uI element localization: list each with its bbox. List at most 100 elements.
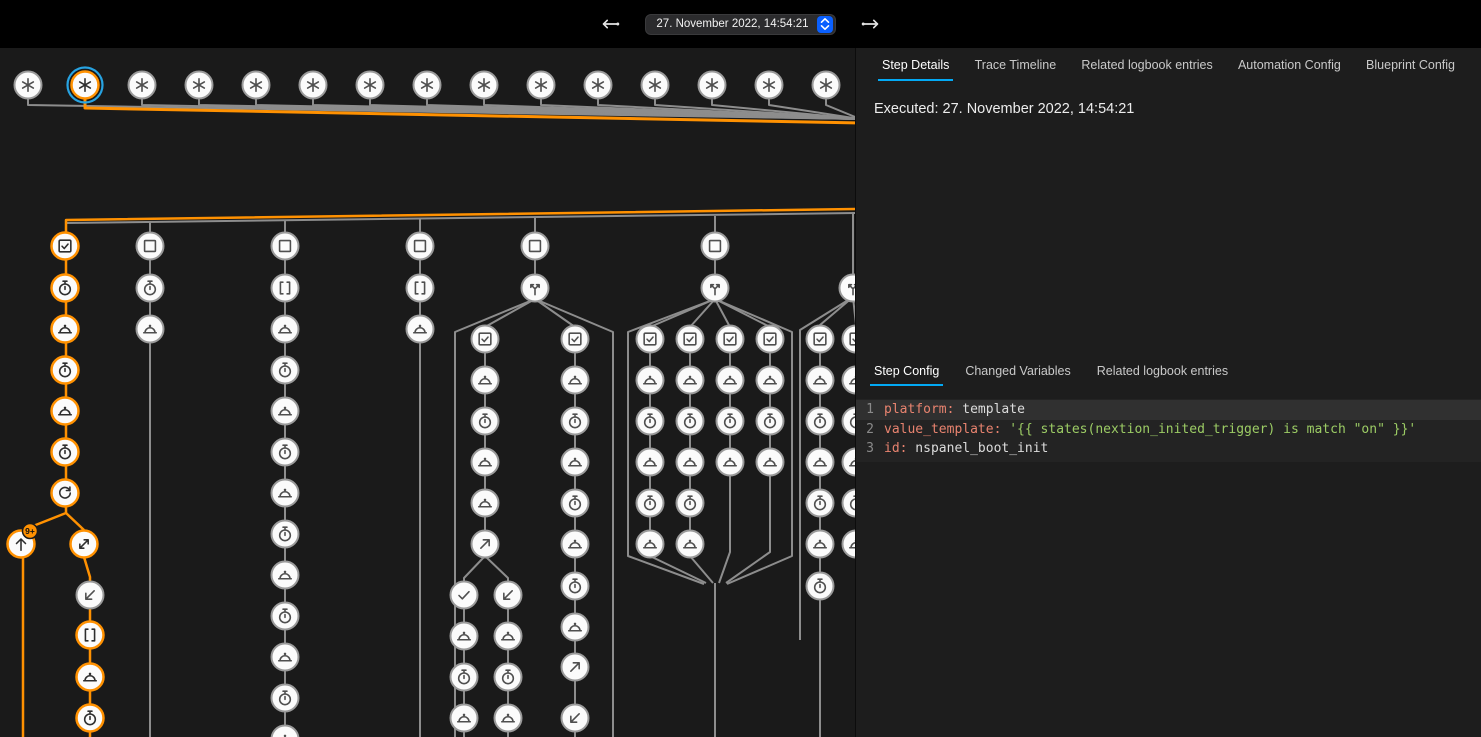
trace-node-delay[interactable]: [807, 490, 834, 517]
trace-node-cond[interactable]: [807, 326, 834, 353]
trace-node-serv[interactable]: [77, 664, 104, 691]
trace-node-delay[interactable]: [77, 705, 104, 732]
trace-node-serv[interactable]: [562, 614, 589, 641]
trace-node-serv[interactable]: [807, 531, 834, 558]
trace-node-serv[interactable]: [757, 449, 784, 476]
trace-node-serv[interactable]: [272, 562, 299, 589]
trace-node-delay[interactable]: [843, 490, 856, 517]
trace-node-arrowsw[interactable]: [495, 582, 522, 609]
tab-blueprint-config[interactable]: Blueprint Config: [1360, 48, 1461, 81]
trace-node-split[interactable]: [840, 275, 856, 302]
trace-node-serv[interactable]: [807, 367, 834, 394]
trace-node-serv[interactable]: [272, 726, 299, 737]
trace-node-trigger[interactable]: [528, 72, 555, 99]
trace-node-trigger[interactable]: [414, 72, 441, 99]
tab-step-details[interactable]: Step Details: [876, 48, 955, 81]
trace-node-delay[interactable]: [843, 408, 856, 435]
trace-node-serv[interactable]: [272, 480, 299, 507]
trace-node-cond[interactable]: [472, 326, 499, 353]
trace-node-serv[interactable]: [562, 531, 589, 558]
trace-node-delay[interactable]: [637, 408, 664, 435]
trace-node-serv[interactable]: [472, 490, 499, 517]
trace-node-delay[interactable]: [52, 357, 79, 384]
trace-node-cond[interactable]: [562, 326, 589, 353]
trace-node-serv[interactable]: [677, 449, 704, 476]
trace-node-brackets[interactable]: [407, 275, 434, 302]
trace-node-trigger[interactable]: [699, 72, 726, 99]
trace-node-trigger[interactable]: [129, 72, 156, 99]
tab-step-config[interactable]: Step Config: [868, 356, 945, 386]
trace-node-cond[interactable]: [677, 326, 704, 353]
next-run-button[interactable]: [858, 11, 884, 37]
trace-node-serv[interactable]: [717, 449, 744, 476]
trace-node-trigger[interactable]: [642, 72, 669, 99]
trace-node-delay[interactable]: [272, 439, 299, 466]
trace-node-serv[interactable]: [52, 398, 79, 425]
trace-node-delay[interactable]: [272, 357, 299, 384]
trace-node-square[interactable]: [407, 233, 434, 260]
trace-node-cond[interactable]: [843, 326, 856, 353]
trace-node-delay[interactable]: [472, 408, 499, 435]
trace-node-serv[interactable]: [137, 316, 164, 343]
trace-node-serv[interactable]: [843, 449, 856, 476]
trace-node-split[interactable]: [522, 275, 549, 302]
trace-node-serv[interactable]: [637, 531, 664, 558]
trace-node-delay[interactable]: [137, 275, 164, 302]
trace-node-delay[interactable]: [562, 408, 589, 435]
trace-node-serv[interactable]: [272, 644, 299, 671]
trace-node-serv[interactable]: [807, 449, 834, 476]
trace-node-serv[interactable]: [472, 449, 499, 476]
trace-node-serv[interactable]: [677, 531, 704, 558]
trace-node-delay[interactable]: [52, 439, 79, 466]
trace-node-serv[interactable]: [843, 531, 856, 558]
trace-node-cond[interactable]: [717, 326, 744, 353]
trace-node-serv[interactable]: [677, 367, 704, 394]
trace-node-split[interactable]: [702, 275, 729, 302]
trace-node-delay[interactable]: [677, 490, 704, 517]
trace-node-serv[interactable]: [717, 367, 744, 394]
trace-node-serv[interactable]: [472, 367, 499, 394]
trace-node-delay[interactable]: [717, 408, 744, 435]
trace-node-delay[interactable]: [677, 408, 704, 435]
trace-node-diag[interactable]: [71, 531, 98, 558]
previous-run-button[interactable]: [597, 11, 623, 37]
trace-node-arrowsw[interactable]: [562, 705, 589, 732]
trace-node-square[interactable]: [522, 233, 549, 260]
trace-node-square[interactable]: [137, 233, 164, 260]
trace-node-delay[interactable]: [807, 573, 834, 600]
trace-node-delay[interactable]: [637, 490, 664, 517]
tab-automation-config[interactable]: Automation Config: [1232, 48, 1347, 81]
trace-node-delay[interactable]: [272, 521, 299, 548]
trace-node-square[interactable]: [272, 233, 299, 260]
trace-node-delay[interactable]: [52, 275, 79, 302]
trace-node-cond[interactable]: [757, 326, 784, 353]
trace-node-serv[interactable]: [495, 623, 522, 650]
trace-node-serv[interactable]: [562, 367, 589, 394]
trace-node-serv[interactable]: [637, 449, 664, 476]
trace-node-serv[interactable]: [451, 623, 478, 650]
trace-node-delay[interactable]: [272, 603, 299, 630]
trace-node-delay[interactable]: [562, 573, 589, 600]
tab-config-related-logbook-entries[interactable]: Related logbook entries: [1091, 356, 1234, 386]
trace-node-serv[interactable]: [272, 398, 299, 425]
trace-node-trigger[interactable]: [243, 72, 270, 99]
trace-node-arrowne[interactable]: [562, 654, 589, 681]
trace-node-trigger[interactable]: [756, 72, 783, 99]
trace-node-serv[interactable]: [52, 316, 79, 343]
trace-node-serv[interactable]: [562, 449, 589, 476]
trace-node-serv[interactable]: [272, 316, 299, 343]
tab-changed-variables[interactable]: Changed Variables: [959, 356, 1076, 386]
trace-node-delay[interactable]: [757, 408, 784, 435]
yaml-code-block[interactable]: 1platform: template 2value_template: '{{…: [856, 399, 1481, 462]
trace-node-brackets[interactable]: [77, 622, 104, 649]
trace-node-cond[interactable]: [52, 233, 79, 260]
trace-node-trigger[interactable]: [68, 68, 103, 103]
trace-node-serv[interactable]: [451, 705, 478, 732]
trace-node-serv[interactable]: [843, 367, 856, 394]
trace-node-delay[interactable]: [272, 685, 299, 712]
trace-node-delay[interactable]: [562, 490, 589, 517]
trace-node-check[interactable]: [451, 582, 478, 609]
trace-node-serv[interactable]: [407, 316, 434, 343]
trace-node-repeat[interactable]: [52, 480, 79, 507]
trace-node-arrowne[interactable]: [472, 531, 499, 558]
